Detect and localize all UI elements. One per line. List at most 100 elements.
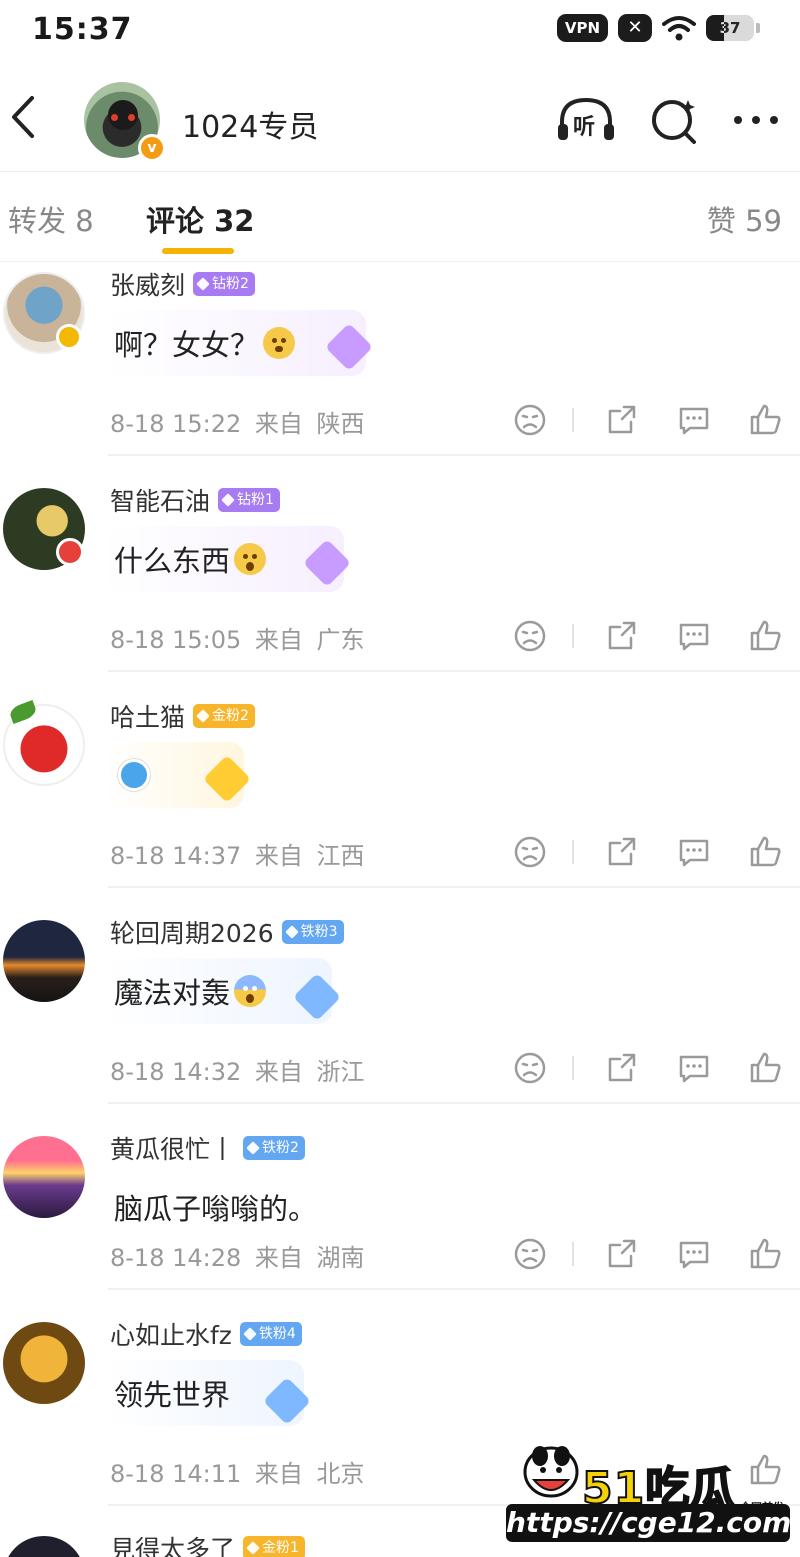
reply-icon[interactable]	[676, 1236, 712, 1272]
comment-text: 什么东西	[114, 544, 231, 578]
battery-level: 37	[719, 19, 741, 37]
diamond-decoration-icon	[324, 322, 374, 372]
more-button[interactable]	[728, 96, 788, 146]
commenter-avatar[interactable]	[3, 1536, 85, 1557]
dislike-face-icon[interactable]	[512, 402, 548, 438]
mascot-icon	[523, 1446, 579, 1498]
comment-bubble: 领先世界	[104, 1360, 312, 1426]
comment-time: 8-18 14:28	[110, 1244, 242, 1272]
doraemon-emoji-icon	[118, 759, 150, 791]
verified-badge-icon	[56, 324, 82, 350]
comment-from: 来自	[254, 1244, 303, 1272]
blue-gem-decoration-icon	[262, 1376, 312, 1426]
status-icons: VPN ✕ 37	[556, 14, 760, 42]
gold-gem-decoration-icon	[202, 754, 252, 804]
back-button[interactable]	[4, 90, 48, 144]
comment-divider	[108, 454, 800, 456]
listen-button[interactable]: 听	[556, 96, 616, 146]
share-icon[interactable]	[604, 834, 640, 870]
comment-actions	[512, 834, 782, 874]
fan-badge: 金粉2	[193, 704, 255, 728]
commenter-avatar[interactable]	[3, 920, 85, 1002]
fan-badge: 铁粉3	[281, 920, 344, 944]
commenter-name[interactable]: 哈土猫	[110, 698, 185, 734]
comment-actions	[512, 1236, 782, 1276]
neutral-face-emoji-icon	[263, 327, 296, 359]
dislike-face-icon[interactable]	[512, 618, 548, 654]
comment-location: 江西	[316, 842, 365, 870]
dislike-face-icon[interactable]	[512, 834, 548, 870]
tab-comments[interactable]: 评论 32	[146, 198, 254, 240]
listen-label: 听	[573, 115, 596, 140]
action-divider	[572, 1242, 574, 1266]
comment-time: 8-18 15:05	[110, 626, 242, 654]
share-icon[interactable]	[604, 1050, 640, 1086]
comment-bubble: 魔法对轰	[104, 958, 342, 1024]
reply-icon[interactable]	[676, 402, 712, 438]
reply-icon[interactable]	[676, 1050, 712, 1086]
chevron-left-icon	[12, 96, 34, 138]
like-icon[interactable]	[748, 1236, 784, 1272]
comment-location: 湖南	[316, 1244, 365, 1272]
comment-actions	[512, 402, 782, 442]
comment-meta: 8-18 15:22 来自 陕西	[110, 404, 365, 439]
comment-bubble: 脑瓜子嗡嗡的。	[104, 1174, 344, 1240]
search-button[interactable]	[648, 96, 708, 146]
comment-meta: 8-18 15:05 来自 广东	[110, 620, 365, 655]
fan-badge: 钻粉2	[193, 272, 255, 296]
comment-time: 8-18 14:37	[110, 842, 242, 870]
x-icon: ✕	[618, 14, 652, 42]
screaming-face-emoji-icon	[234, 975, 267, 1007]
commenter-name[interactable]: 张威刻	[110, 266, 185, 302]
tab-likes[interactable]: 赞 59	[707, 198, 782, 240]
search-icon	[652, 100, 696, 144]
dislike-face-icon[interactable]	[512, 1236, 548, 1272]
comment-actions	[512, 1050, 782, 1090]
commenter-avatar[interactable]	[3, 1136, 85, 1218]
like-icon[interactable]	[748, 834, 784, 870]
reply-icon[interactable]	[676, 618, 712, 654]
comment-from: 来自	[254, 1058, 303, 1086]
comment-header: 轮回周期2026 铁粉3	[110, 914, 344, 950]
reply-icon[interactable]	[676, 834, 712, 870]
like-icon[interactable]	[748, 1050, 784, 1086]
tab-reposts[interactable]: 转发 8	[8, 198, 94, 240]
fan-badge: 金粉1	[243, 1536, 305, 1557]
comment-from: 来自	[254, 410, 303, 438]
commenter-name[interactable]: 見得太多了	[110, 1530, 235, 1557]
comment-from: 来自	[254, 842, 303, 870]
fan-level: 钻粉2	[212, 276, 249, 292]
action-divider	[572, 1056, 574, 1080]
comment-from: 来自	[254, 626, 303, 654]
comment-location: 浙江	[316, 1058, 365, 1086]
comment-meta: 8-18 14:11 来自 北京	[110, 1454, 365, 1489]
fan-level: 金粉2	[212, 708, 249, 724]
commenter-name[interactable]: 黄瓜很忙丨	[110, 1130, 235, 1166]
fan-badge: 铁粉4	[239, 1322, 302, 1346]
comment-divider	[108, 1102, 800, 1104]
like-icon[interactable]	[748, 618, 784, 654]
status-bar: 15:37 VPN ✕ 37	[0, 0, 800, 62]
share-icon[interactable]	[604, 618, 640, 654]
comment-header: 見得太多了 金粉1	[110, 1530, 305, 1557]
dislike-face-icon[interactable]	[512, 1050, 548, 1086]
comment-meta: 8-18 14:28 来自 湖南	[110, 1238, 365, 1273]
share-icon[interactable]	[604, 1236, 640, 1272]
comment-header: 智能石油 钻粉1	[110, 482, 280, 518]
comment-bubble	[104, 742, 252, 808]
comment-from: 来自	[254, 1460, 303, 1488]
account-name[interactable]: 1024专员	[182, 102, 318, 146]
commenter-name[interactable]: 智能石油	[110, 482, 210, 518]
share-icon[interactable]	[604, 402, 640, 438]
watermark-url: https://cge12.com	[506, 1504, 791, 1542]
comment-meta: 8-18 14:32 来自 浙江	[110, 1052, 365, 1087]
commenter-avatar[interactable]	[3, 1322, 85, 1404]
commenter-name[interactable]: 轮回周期2026	[110, 914, 274, 950]
commenter-name[interactable]: 心如止水fz	[110, 1316, 232, 1352]
like-icon[interactable]	[748, 1452, 784, 1488]
like-icon[interactable]	[748, 402, 784, 438]
comment-header: 张威刻 钻粉2	[110, 266, 255, 302]
comment-time: 8-18 15:22	[110, 410, 242, 438]
fan-badge: 钻粉1	[218, 488, 280, 512]
account-avatar[interactable]: v	[84, 82, 166, 162]
